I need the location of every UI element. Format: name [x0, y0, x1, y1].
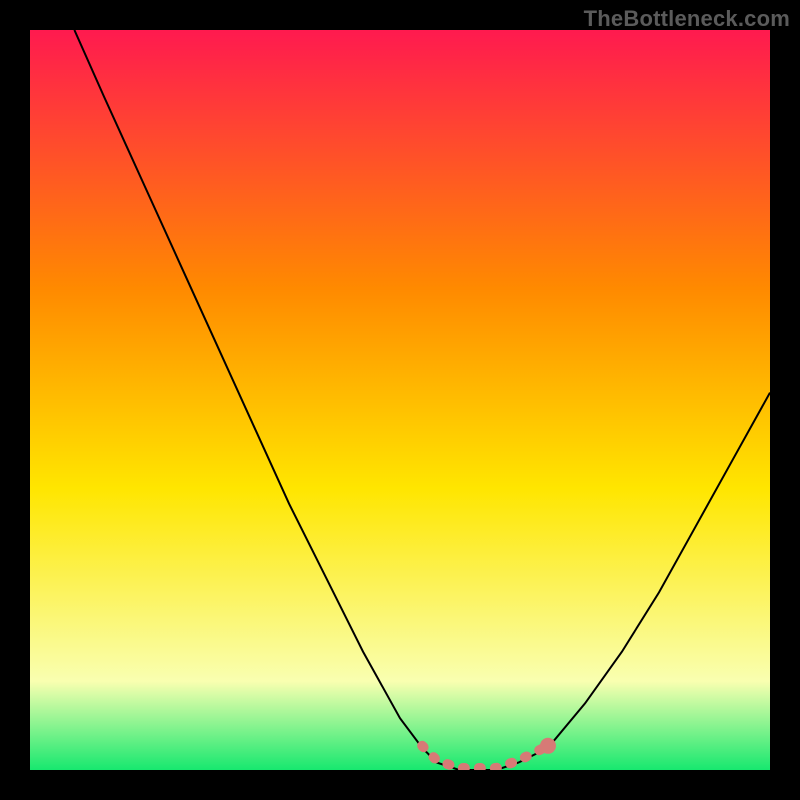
accent-end-dot [540, 738, 556, 754]
chart-frame: TheBottleneck.com [0, 0, 800, 800]
plot-area [30, 30, 770, 770]
watermark-text: TheBottleneck.com [584, 6, 790, 32]
gradient-background [30, 30, 770, 770]
bottleneck-chart [30, 30, 770, 770]
